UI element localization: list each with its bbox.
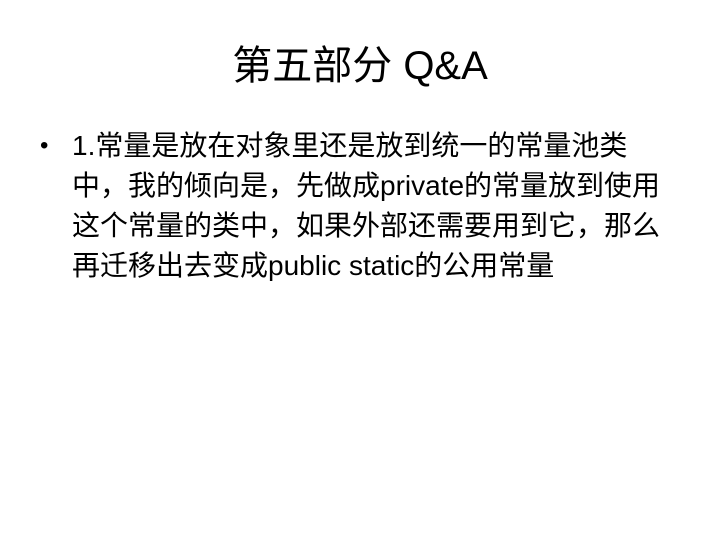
slide: 第五部分 Q&A • 1.常量是放在对象里还是放到统一的常量池类中，我的倾向是，… — [0, 0, 720, 540]
bullet-text: 1.常量是放在对象里还是放到统一的常量池类中，我的倾向是，先做成private的… — [72, 130, 661, 281]
slide-title: 第五部分 Q&A — [232, 44, 488, 88]
bullet-item: • 1.常量是放在对象里还是放到统一的常量池类中，我的倾向是，先做成privat… — [0, 126, 720, 286]
bullet-dot-icon: • — [40, 132, 49, 159]
bullet-list: • 1.常量是放在对象里还是放到统一的常量池类中，我的倾向是，先做成privat… — [0, 126, 720, 286]
